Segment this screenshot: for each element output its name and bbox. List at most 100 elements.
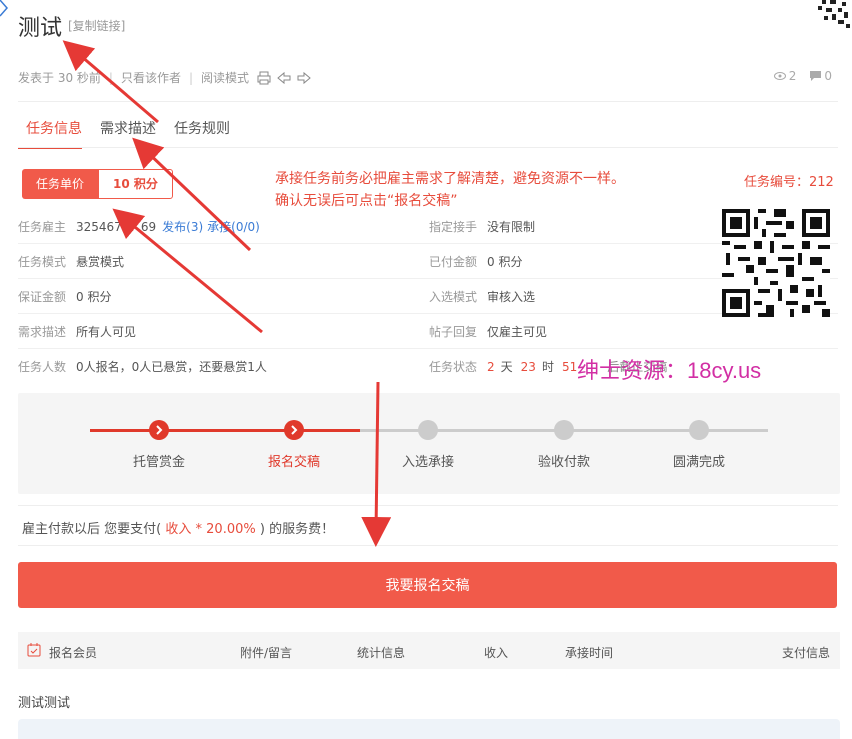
info-label: 帖子回复 [429, 325, 478, 339]
eye-icon [773, 72, 786, 80]
price-value: 10 积分 [98, 169, 173, 199]
accept-link[interactable]: 承接(0/0) [207, 218, 260, 235]
submit-entry-button[interactable]: 我要报名交稿 [18, 562, 837, 608]
info-label: 保证金额 [18, 290, 67, 304]
views-count: 2 [788, 69, 797, 83]
comment-icon [810, 71, 822, 81]
views-stat: 2 [773, 69, 797, 83]
info-assign: 指定接手 没有限制 [429, 209, 535, 244]
task-number: 任务编号：212 [744, 175, 834, 190]
info-desc: 需求描述 所有人可见 [18, 314, 136, 349]
status-days-unit: 天 [500, 360, 513, 374]
post-meta: 发表于 30 秒前 | 只看该作者 | 阅读模式 [18, 69, 311, 86]
step-label: 验收付款 [537, 455, 591, 470]
info-select: 入选模式 审核入选 [429, 279, 535, 314]
step-dot-icon [689, 420, 709, 440]
arrow-icon [62, 40, 159, 124]
info-deposit: 保证金额 0 积分 [18, 279, 111, 314]
info-label: 任务模式 [18, 255, 67, 269]
task-tabs: 任务信息 需求描述 任务规则 [18, 118, 230, 149]
progress-done-line [90, 429, 360, 432]
notice-line: 承接任务前务必把雇主需求了解清楚，避免资源不一样。 [275, 171, 625, 187]
info-label: 任务状态 [429, 360, 478, 374]
page-title: 测试 [18, 16, 63, 41]
info-mode: 任务模式 悬赏模式 [18, 244, 124, 279]
divider [18, 147, 838, 148]
notice-text: 承接任务前务必把雇主需求了解清楚，避免资源不一样。 确认无误后可点击“报名交稿” [275, 168, 625, 212]
prev-arrow-icon[interactable] [277, 71, 291, 85]
read-mode-link[interactable]: 阅读模式 [201, 69, 249, 86]
info-label: 需求描述 [18, 325, 67, 339]
watermark-text: 绅士资源：18cy.us [577, 358, 762, 383]
post-stats: 2 0 [773, 69, 832, 83]
info-value: 仅雇主可见 [487, 325, 548, 339]
status-minutes: 51 [561, 359, 578, 374]
info-label: 入选模式 [429, 290, 478, 304]
content-box [18, 719, 840, 739]
tab-requirement[interactable]: 需求描述 [100, 118, 156, 149]
info-value: 0人报名，0人已悬赏，还要悬赏1人 [76, 360, 267, 374]
info-paid: 已付金额 0 积分 [429, 244, 522, 279]
step-dot-icon [554, 420, 574, 440]
employer-id: 32546777 69 [76, 219, 157, 234]
info-value: 所有人可见 [76, 325, 137, 339]
price-label: 任务单价 [22, 169, 99, 199]
step-label: 托管赏金 [132, 455, 186, 470]
step-check-icon [149, 420, 169, 440]
info-label: 已付金额 [429, 255, 478, 269]
info-value: 0 积分 [487, 255, 523, 269]
fee-prefix: 雇主付款以后 您要支付( [22, 522, 162, 537]
copy-link[interactable]: [复制链接] [68, 17, 125, 34]
info-label: 任务雇主 [18, 220, 67, 234]
status-days: 2 [487, 359, 495, 374]
column-header: 承接时间 [565, 646, 614, 660]
print-icon[interactable] [257, 71, 271, 85]
info-employer: 任务雇主 32546777 69 发布(3) 承接(0/0) [18, 209, 260, 244]
entries-table-header: 报名会员 附件/留言 统计信息 收入 承接时间 支付信息 [18, 632, 840, 669]
step-label: 报名交稿 [267, 455, 321, 470]
info-value: 没有限制 [487, 220, 536, 234]
status-hours-unit: 时 [541, 360, 554, 374]
corner-mark-icon [0, 0, 8, 17]
step-check-icon [284, 420, 304, 440]
info-reply: 帖子回复 仅雇主可见 [429, 314, 547, 349]
divider [18, 545, 838, 546]
divider [18, 243, 838, 244]
replies-count: 0 [824, 69, 832, 83]
progress-steps: 托管赏金 报名交稿 入选承接 验收付款 圆满完成 [18, 393, 840, 494]
next-arrow-icon[interactable] [297, 71, 311, 85]
divider: | [188, 70, 194, 85]
tab-rules[interactable]: 任务规则 [174, 118, 230, 149]
column-header: 附件/留言 [240, 646, 293, 660]
divider [18, 101, 838, 102]
replies-stat: 0 [810, 69, 832, 83]
info-value: 悬赏模式 [76, 255, 125, 269]
column-header: 收入 [484, 646, 509, 660]
task-price: 任务单价 10 积分 [22, 169, 173, 199]
divider [18, 505, 838, 506]
fee-mult: * [195, 522, 203, 537]
divider [18, 278, 838, 279]
divider [18, 313, 838, 314]
status-hours: 23 [520, 359, 536, 374]
qr-code [722, 209, 830, 317]
info-label: 任务人数 [18, 360, 67, 374]
column-header: 支付信息 [781, 646, 830, 660]
info-label: 指定接手 [429, 220, 478, 234]
divider: | [108, 70, 113, 85]
post-content: 测试测试 [18, 696, 71, 711]
only-author-link[interactable]: 只看该作者 [121, 69, 181, 86]
column-header: 报名会员 [49, 646, 98, 660]
info-people: 任务人数 0人报名，0人已悬赏，还要悬赏1人 [18, 349, 267, 384]
step-label: 圆满完成 [672, 455, 726, 470]
fee-rate: 20.00% [206, 522, 256, 537]
post-time: 发表于 30 秒前 [18, 71, 101, 85]
step-dot-icon [418, 420, 438, 440]
column-header: 统计信息 [357, 646, 406, 660]
divider [18, 348, 838, 349]
corner-qr-icon [818, 0, 850, 28]
calendar-icon [27, 643, 41, 657]
step-label: 入选承接 [401, 455, 455, 470]
tab-task-info[interactable]: 任务信息 [18, 118, 82, 149]
publish-link[interactable]: 发布(3) [162, 218, 203, 235]
